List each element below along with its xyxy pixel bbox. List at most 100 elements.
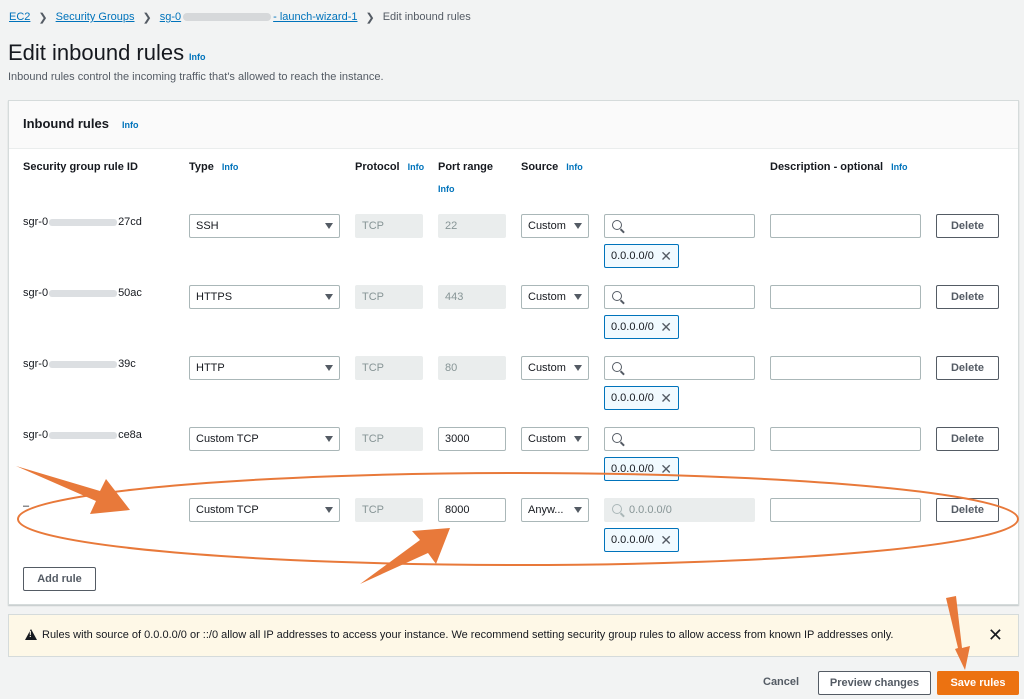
source-select[interactable]: Custom [521,214,589,238]
add-rule-button[interactable]: Add rule [23,567,96,591]
caret-down-icon [574,223,582,229]
redacted-id [49,218,118,226]
rule-id-suffix: 39c [118,358,136,370]
source-search-input[interactable] [604,285,755,309]
close-icon[interactable]: ✕ [660,248,672,264]
description-info-link[interactable]: Info [891,162,908,172]
source-select-value: Custom [528,362,566,374]
source-search-input: 0.0.0.0/0 [604,498,755,522]
source-select[interactable]: Custom [521,427,589,451]
protocol-info-link[interactable]: Info [408,162,425,172]
protocol-field: TCP [355,285,423,309]
rule-id: sgr-0 ce8a [23,429,142,441]
source-search-input[interactable] [604,427,755,451]
redacted-id [183,13,272,22]
redacted-id [49,360,118,368]
port-range-field: 443 [438,285,506,309]
type-select[interactable]: Custom TCP [189,427,340,451]
panel-info-link[interactable]: Info [122,120,139,130]
source-token: 0.0.0.0/0 ✕ [604,386,679,410]
cancel-button[interactable]: Cancel [763,676,799,688]
source-info-link[interactable]: Info [566,162,583,172]
delete-button[interactable]: Delete [936,427,999,451]
close-icon[interactable]: ✕ [988,625,1003,645]
type-select[interactable]: HTTP [189,356,340,380]
source-select-value: Custom [528,291,566,303]
type-select-value: Custom TCP [196,433,259,445]
description-input[interactable] [770,214,921,238]
col-header-port-range: Port range [438,161,493,173]
close-icon[interactable]: ✕ [660,390,672,406]
col-header-source-label: Source [521,161,559,173]
protocol-field: TCP [355,356,423,380]
source-token: 0.0.0.0/0 ✕ [604,528,679,552]
alert-text: Rules with source of 0.0.0.0/0 or ::/0 a… [42,629,894,641]
chevron-right-icon: ❯ [38,11,48,24]
col-header-rule-id: Security group rule ID [23,161,138,173]
type-select-value: HTTPS [196,291,233,303]
port-range-value: 443 [445,291,464,303]
caret-down-icon [325,436,333,442]
delete-button[interactable]: Delete [936,356,999,380]
search-icon [612,504,622,514]
port-range-info-link[interactable]: Info [438,184,455,194]
rule-id-prefix: sgr-0 [23,358,49,370]
caret-down-icon [574,507,582,513]
type-select[interactable]: Custom TCP [189,498,340,522]
source-select[interactable]: Custom [521,285,589,309]
type-select-value: Custom TCP [196,504,259,516]
close-icon[interactable]: ✕ [660,532,672,548]
delete-button[interactable]: Delete [936,498,999,522]
source-select[interactable]: Custom [521,356,589,380]
search-icon [612,433,622,443]
panel-title: Inbound rules [23,116,109,131]
port-range-field: 22 [438,214,506,238]
rule-id-prefix: sgr-0 [23,216,49,228]
breadcrumb-sg-link[interactable]: sg-0 - launch-wizard-1 [160,11,358,23]
col-header-port-range-label: Port range [438,161,494,173]
protocol-value: TCP [362,433,384,445]
caret-down-icon [325,365,333,371]
rule-id-suffix: 50ac [118,287,142,299]
caret-down-icon [325,507,333,513]
type-select[interactable]: SSH [189,214,340,238]
source-token: 0.0.0.0/0 ✕ [604,457,679,481]
search-icon [612,291,622,301]
close-icon[interactable]: ✕ [660,319,672,335]
description-input[interactable] [770,498,921,522]
preview-changes-button[interactable]: Preview changes [818,671,931,695]
type-info-link[interactable]: Info [222,162,239,172]
close-icon[interactable]: ✕ [660,461,672,477]
breadcrumb-sg-suffix: - launch-wizard-1 [273,11,358,23]
description-input[interactable] [770,427,921,451]
description-input[interactable] [770,356,921,380]
source-select-value: Custom [528,433,566,445]
source-token-label: 0.0.0.0/0 [611,463,654,475]
rule-id-placeholder: – [23,500,30,512]
source-search-input[interactable] [604,214,755,238]
search-icon [612,220,622,230]
redacted-id [49,289,118,297]
port-range-input[interactable]: 3000 [438,427,506,451]
description-input[interactable] [770,285,921,309]
port-range-input[interactable]: 8000 [438,498,506,522]
breadcrumb-current: Edit inbound rules [382,11,471,23]
type-select-value: HTTP [196,362,225,374]
page-description: Inbound rules control the incoming traff… [8,71,384,83]
col-header-protocol-label: Protocol [355,161,400,173]
caret-down-icon [574,365,582,371]
delete-button[interactable]: Delete [936,285,999,309]
protocol-value: TCP [362,220,384,232]
breadcrumb-ec2-link[interactable]: EC2 [9,11,30,23]
port-range-value: 80 [445,362,458,374]
page-info-link[interactable]: Info [189,52,206,62]
source-search-input[interactable] [604,356,755,380]
save-rules-button[interactable]: Save rules [937,671,1019,695]
breadcrumb-security-groups-link[interactable]: Security Groups [56,11,135,23]
source-select-value: Anyw... [528,504,564,516]
col-header-protocol: Protocol Info [355,161,424,173]
source-token-label: 0.0.0.0/0 [611,534,654,546]
type-select[interactable]: HTTPS [189,285,340,309]
delete-button[interactable]: Delete [936,214,999,238]
source-select[interactable]: Anyw... [521,498,589,522]
